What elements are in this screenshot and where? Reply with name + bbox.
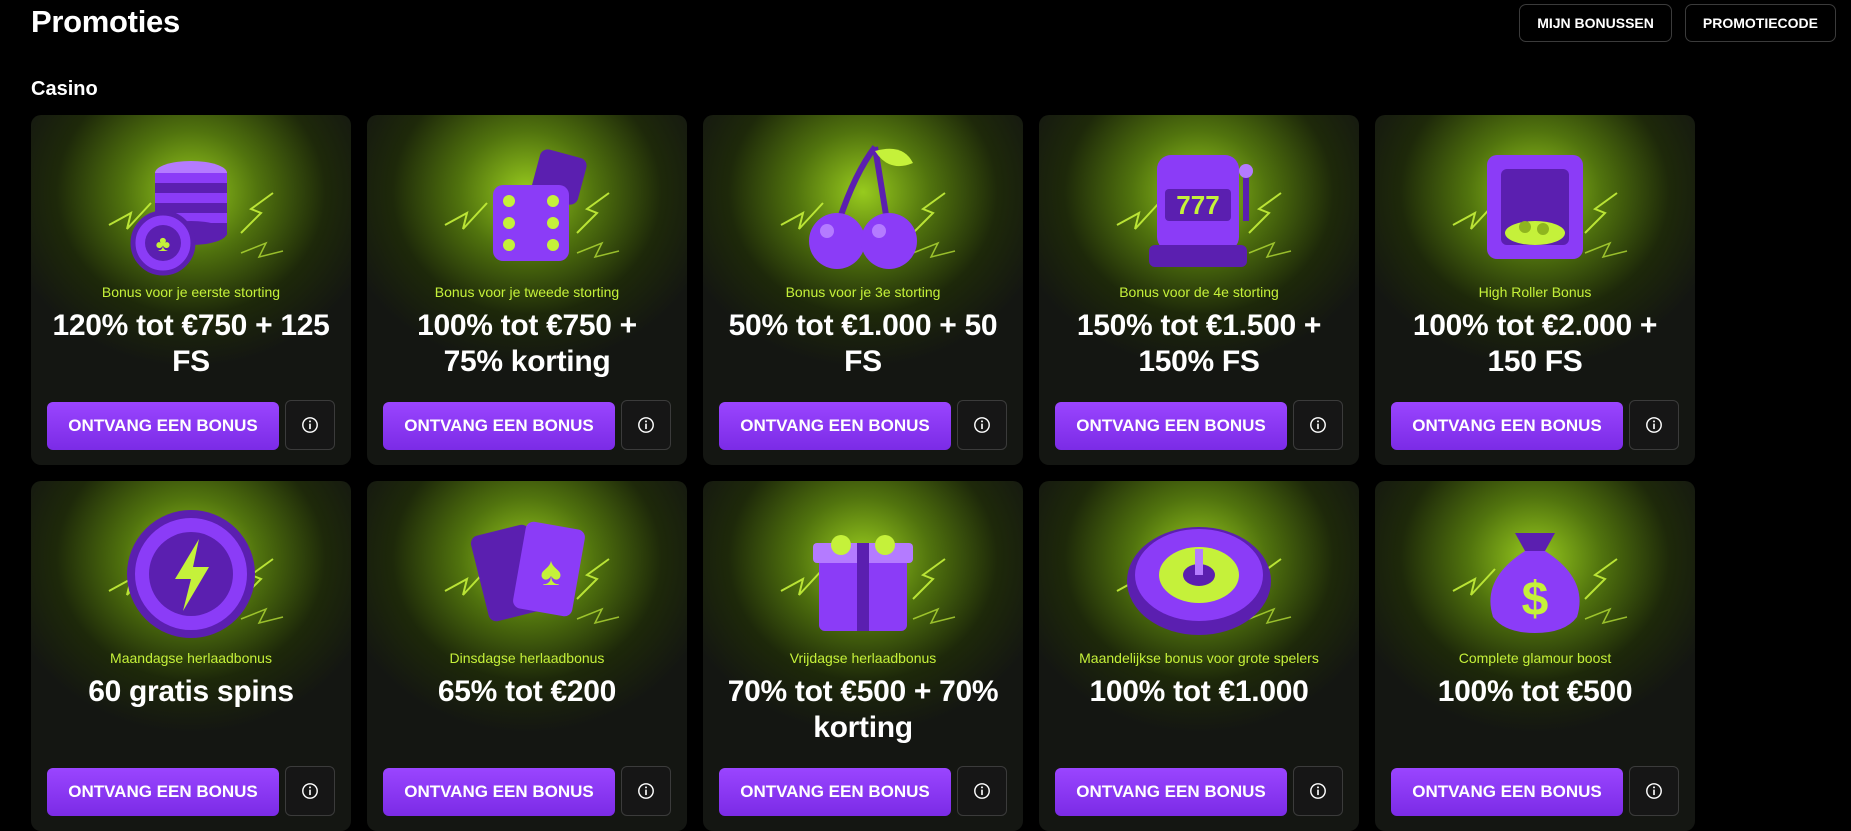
info-button[interactable]: [1629, 766, 1679, 816]
promo-headline: 100% tot €2.000 + 150 FS: [1412, 309, 1658, 378]
info-icon: [638, 783, 654, 799]
promo-card: $ Complete glamour boost 100% tot €500 O…: [1375, 481, 1695, 831]
info-icon: [638, 417, 654, 433]
safe-icon: [1435, 133, 1635, 283]
page-title: Promoties: [31, 4, 180, 39]
info-icon: [1310, 417, 1326, 433]
promo-card: Bonus voor je tweede storting 100% tot €…: [367, 115, 687, 465]
info-icon: [302, 783, 318, 799]
claim-bonus-button[interactable]: ONTVANG EEN BONUS: [1391, 402, 1623, 450]
claim-bonus-button[interactable]: ONTVANG EEN BONUS: [47, 402, 279, 450]
my-bonuses-button[interactable]: MIJN BONUSSEN: [1519, 4, 1672, 42]
playing-cards-icon: ♠: [427, 499, 627, 649]
promo-subtitle: Bonus voor je tweede storting: [434, 284, 620, 300]
claim-bonus-button[interactable]: ONTVANG EEN BONUS: [383, 768, 615, 816]
promo-card: Maandagse herlaadbonus 60 gratis spins O…: [31, 481, 351, 831]
info-icon: [974, 417, 990, 433]
info-icon: [1646, 783, 1662, 799]
info-icon: [1646, 417, 1662, 433]
lightning-chip-icon: [91, 499, 291, 649]
slot-machine-icon: 777: [1099, 133, 1299, 283]
gift-box-icon: [763, 499, 963, 649]
promo-subtitle: Maandagse herlaadbonus: [110, 650, 272, 666]
promo-headline: 120% tot €750 + 125 FS: [52, 309, 330, 378]
dice-icon: [427, 133, 627, 283]
promotion-grid: ♣ Bonus voor je eerste storting 120% tot…: [31, 115, 1695, 831]
claim-bonus-button[interactable]: ONTVANG EEN BONUS: [719, 768, 951, 816]
promo-headline: 150% tot €1.500 + 150% FS: [1076, 309, 1322, 378]
promo-card: ♣ Bonus voor je eerste storting 120% tot…: [31, 115, 351, 465]
info-button[interactable]: [957, 766, 1007, 816]
promo-headline: 100% tot €1.000: [1089, 675, 1309, 708]
promo-card: ♠ Dinsdagse herlaadbonus 65% tot €200 ON…: [367, 481, 687, 831]
promo-headline: 65% tot €200: [437, 675, 617, 708]
promo-subtitle: Bonus voor de 4e storting: [1119, 284, 1279, 300]
svg-text:♣: ♣: [156, 231, 170, 256]
cherries-icon: [763, 133, 963, 283]
info-button[interactable]: [1293, 400, 1343, 450]
promo-subtitle: Bonus voor je 3e storting: [785, 284, 941, 300]
roulette-wheel-icon: [1099, 499, 1299, 649]
promo-subtitle: Dinsdagse herlaadbonus: [449, 650, 605, 666]
info-button[interactable]: [621, 766, 671, 816]
info-button[interactable]: [285, 766, 335, 816]
promo-headline: 50% tot €1.000 + 50 FS: [728, 309, 998, 378]
info-button[interactable]: [621, 400, 671, 450]
promo-card: Bonus voor je 3e storting 50% tot €1.000…: [703, 115, 1023, 465]
promo-code-button[interactable]: PROMOTIECODE: [1684, 4, 1836, 42]
claim-bonus-button[interactable]: ONTVANG EEN BONUS: [1391, 768, 1623, 816]
promo-headline: 100% tot €500: [1437, 675, 1633, 708]
info-icon: [1310, 783, 1326, 799]
svg-text:777: 777: [1176, 190, 1219, 220]
section-title: Casino: [31, 78, 98, 100]
info-icon: [974, 783, 990, 799]
info-button[interactable]: [285, 400, 335, 450]
info-icon: [302, 417, 318, 433]
promo-subtitle: Maandelijkse bonus voor grote spelers: [1079, 650, 1319, 666]
info-button[interactable]: [1293, 766, 1343, 816]
casino-chips-icon: ♣: [91, 133, 291, 283]
promo-subtitle: Complete glamour boost: [1458, 650, 1612, 666]
promo-headline: 70% tot €500 + 70% korting: [727, 675, 999, 744]
header-actions: MIJN BONUSSEN PROMOTIECODE: [1519, 4, 1836, 42]
info-button[interactable]: [957, 400, 1007, 450]
promo-card: 777 Bonus voor de 4e storting 150% tot €…: [1039, 115, 1359, 465]
promo-subtitle: Bonus voor je eerste storting: [101, 284, 281, 300]
svg-text:♠: ♠: [540, 550, 561, 594]
promo-headline: 60 gratis spins: [88, 675, 294, 708]
promo-subtitle: High Roller Bonus: [1478, 284, 1592, 300]
promo-card: Vrijdagse herlaadbonus 70% tot €500 + 70…: [703, 481, 1023, 831]
money-bag-icon: $: [1435, 499, 1635, 649]
promo-headline: 100% tot €750 + 75% korting: [417, 309, 637, 378]
info-button[interactable]: [1629, 400, 1679, 450]
claim-bonus-button[interactable]: ONTVANG EEN BONUS: [1055, 768, 1287, 816]
claim-bonus-button[interactable]: ONTVANG EEN BONUS: [719, 402, 951, 450]
promo-card: High Roller Bonus 100% tot €2.000 + 150 …: [1375, 115, 1695, 465]
promo-card: Maandelijkse bonus voor grote spelers 10…: [1039, 481, 1359, 831]
svg-text:$: $: [1522, 573, 1549, 626]
claim-bonus-button[interactable]: ONTVANG EEN BONUS: [1055, 402, 1287, 450]
claim-bonus-button[interactable]: ONTVANG EEN BONUS: [47, 768, 279, 816]
claim-bonus-button[interactable]: ONTVANG EEN BONUS: [383, 402, 615, 450]
promo-subtitle: Vrijdagse herlaadbonus: [789, 650, 937, 666]
